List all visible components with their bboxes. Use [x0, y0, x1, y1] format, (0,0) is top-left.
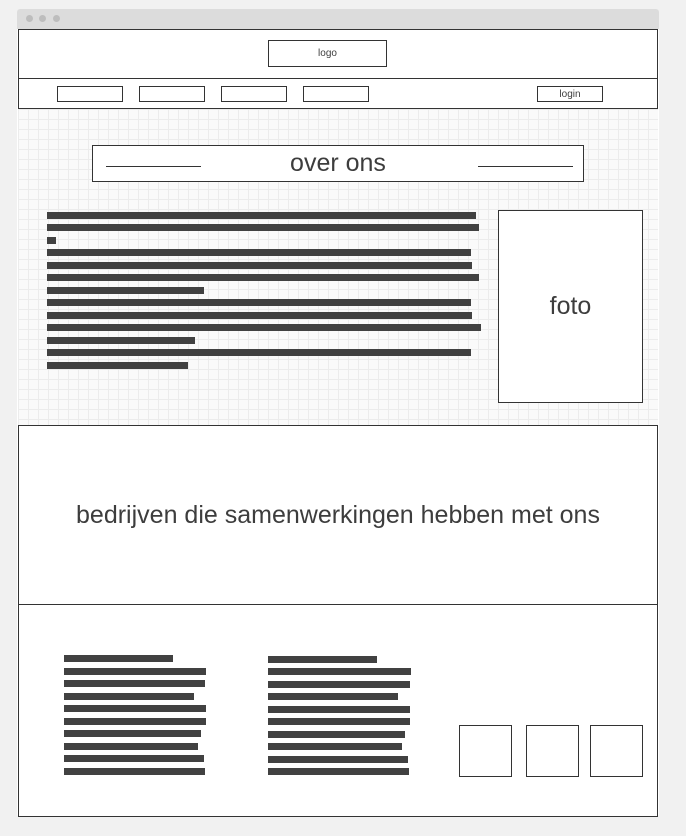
partners-heading: bedrijven die samenwerkingen hebben met … — [76, 500, 600, 529]
text-line — [47, 237, 56, 244]
text-line — [47, 212, 476, 219]
nav-bar: login — [18, 78, 658, 109]
title-rule-right — [478, 166, 573, 167]
social-icon-3[interactable] — [590, 725, 643, 777]
text-line — [47, 262, 472, 269]
window-minimize-dot[interactable] — [39, 15, 46, 22]
text-line — [64, 730, 201, 737]
window-maximize-dot[interactable] — [53, 15, 60, 22]
title-rule-left — [106, 166, 201, 167]
nav-item-1[interactable] — [57, 86, 123, 102]
text-line — [64, 668, 206, 675]
site-header: logo — [18, 29, 658, 79]
text-line — [64, 705, 206, 712]
site-footer — [18, 604, 658, 817]
window-titlebar — [17, 9, 659, 29]
login-button[interactable]: login — [537, 86, 603, 102]
text-line — [47, 349, 471, 356]
window-close-dot[interactable] — [26, 15, 33, 22]
text-line — [47, 312, 472, 319]
text-line — [47, 224, 479, 231]
section-title-box: over ons — [92, 145, 584, 182]
text-line — [268, 706, 410, 713]
text-line — [64, 768, 205, 775]
text-line — [64, 655, 173, 662]
text-line — [64, 755, 204, 762]
text-line — [64, 718, 206, 725]
logo-label: logo — [318, 48, 337, 59]
text-line — [47, 249, 471, 256]
text-line — [268, 656, 377, 663]
text-line — [268, 731, 405, 738]
nav-item-3[interactable] — [221, 86, 287, 102]
text-line — [47, 274, 479, 281]
text-line — [268, 768, 409, 775]
text-line — [268, 681, 410, 688]
logo-placeholder[interactable]: logo — [268, 40, 387, 67]
login-label: login — [559, 88, 581, 100]
text-line — [64, 680, 205, 687]
social-icon-1[interactable] — [459, 725, 512, 777]
text-line — [268, 756, 408, 763]
about-section: over ons foto — [18, 109, 658, 425]
text-line — [268, 743, 402, 750]
text-line — [64, 693, 194, 700]
text-line — [47, 287, 204, 294]
text-line — [64, 743, 198, 750]
text-line — [47, 362, 188, 369]
social-icon-2[interactable] — [526, 725, 579, 777]
photo-placeholder: foto — [498, 210, 643, 403]
text-line — [47, 324, 481, 331]
nav-item-2[interactable] — [139, 86, 205, 102]
text-line — [47, 299, 471, 306]
partners-section: bedrijven die samenwerkingen hebben met … — [18, 425, 658, 605]
text-line — [268, 668, 411, 675]
page-title: over ons — [290, 149, 386, 177]
text-line — [268, 693, 398, 700]
photo-label: foto — [549, 292, 592, 320]
text-line — [268, 718, 410, 725]
text-line — [47, 337, 195, 344]
nav-item-4[interactable] — [303, 86, 369, 102]
